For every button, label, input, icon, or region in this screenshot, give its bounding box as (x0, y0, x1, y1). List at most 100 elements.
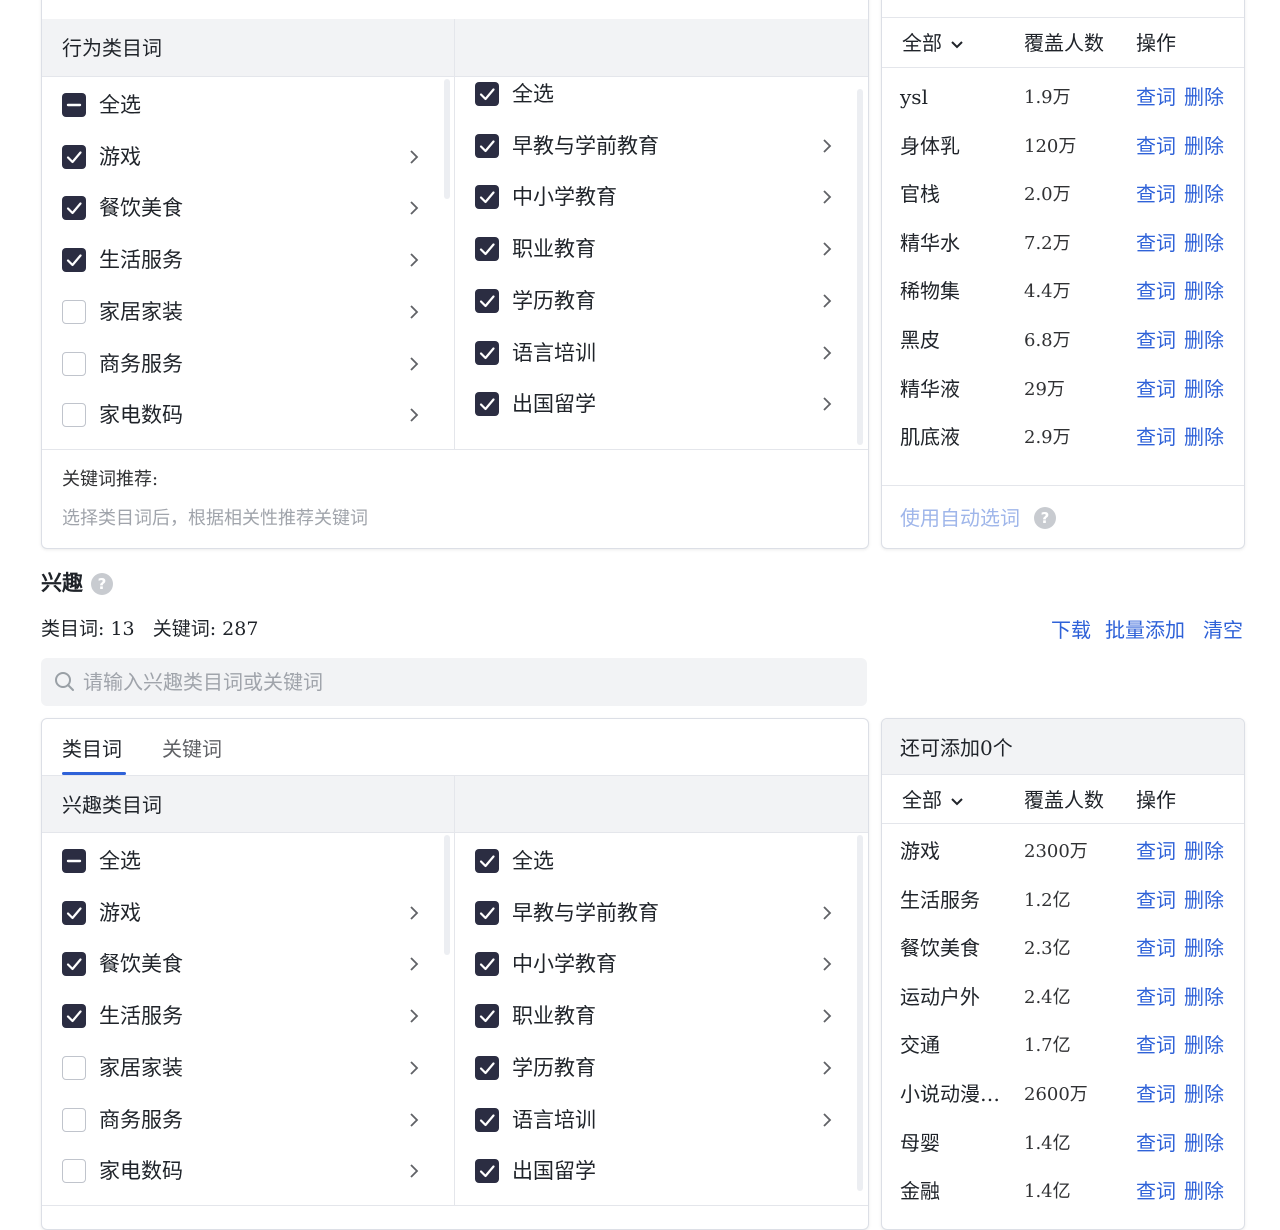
chevron-right-icon[interactable] (821, 241, 833, 257)
query-link[interactable]: 查词 (1136, 330, 1176, 350)
checkbox[interactable] (62, 144, 86, 169)
chevron-right-icon[interactable] (408, 905, 420, 921)
category-item[interactable]: 职业教育 (455, 237, 868, 277)
category-item[interactable]: 全选 (42, 93, 454, 133)
chevron-right-icon[interactable] (408, 1008, 420, 1024)
delete-link[interactable]: 删除 (1184, 136, 1224, 156)
chevron-right-icon[interactable] (408, 956, 420, 972)
chevron-right-icon[interactable] (408, 356, 420, 372)
batch-add-link[interactable]: 批量添加 (1105, 620, 1185, 640)
checkbox[interactable] (62, 196, 86, 221)
category-item[interactable]: 家电数码 (42, 1159, 454, 1199)
clear-link[interactable]: 清空 (1203, 620, 1243, 640)
query-link[interactable]: 查词 (1136, 184, 1176, 204)
checkbox[interactable] (475, 1055, 499, 1080)
query-link[interactable]: 查词 (1136, 427, 1176, 447)
interest-search-box[interactable]: 请输入兴趣类目词或关键词 (41, 658, 867, 706)
delete-link[interactable]: 删除 (1184, 379, 1224, 399)
delete-link[interactable]: 删除 (1184, 233, 1224, 253)
indeterminate-checkbox[interactable] (62, 93, 86, 117)
delete-link[interactable]: 删除 (1184, 427, 1224, 447)
delete-link[interactable]: 删除 (1184, 1181, 1224, 1201)
category-item[interactable]: 生活服务 (42, 248, 454, 288)
checkbox[interactable] (62, 351, 86, 376)
query-link[interactable]: 查词 (1136, 233, 1176, 253)
delete-link[interactable]: 删除 (1184, 281, 1224, 301)
checkbox[interactable] (62, 952, 86, 977)
delete-link[interactable]: 删除 (1184, 87, 1224, 107)
category-item[interactable]: 商务服务 (42, 351, 454, 392)
query-link[interactable]: 查词 (1136, 87, 1176, 107)
chevron-right-icon[interactable] (408, 252, 420, 268)
query-link[interactable]: 查词 (1136, 938, 1176, 958)
checkbox[interactable] (62, 900, 86, 925)
query-link[interactable]: 查词 (1136, 281, 1176, 301)
delete-link[interactable]: 删除 (1184, 1035, 1224, 1055)
category-item[interactable]: 中小学教育 (455, 185, 868, 225)
category-item[interactable]: 语言培训 (455, 1107, 868, 1148)
chevron-right-icon[interactable] (408, 407, 420, 423)
filter-all-dropdown[interactable]: 全部 (902, 790, 964, 810)
checkbox[interactable] (475, 849, 499, 873)
tab-keywords[interactable]: 关键词 (162, 739, 222, 759)
help-icon[interactable]: ? (91, 573, 113, 595)
category-item[interactable]: 学历教育 (455, 1055, 868, 1096)
checkbox[interactable] (62, 248, 86, 273)
checkbox[interactable] (62, 1055, 86, 1080)
category-item[interactable]: 餐饮美食 (42, 196, 454, 236)
checkbox[interactable] (475, 1107, 499, 1132)
query-link[interactable]: 查词 (1136, 987, 1176, 1007)
indeterminate-checkbox[interactable] (62, 849, 86, 873)
tab-categories[interactable]: 类目词 (62, 739, 122, 759)
chevron-right-icon[interactable] (821, 138, 833, 154)
checkbox[interactable] (475, 288, 499, 313)
checkbox[interactable] (475, 340, 499, 365)
chevron-right-icon[interactable] (821, 905, 833, 921)
chevron-right-icon[interactable] (408, 200, 420, 216)
category-item[interactable]: 游戏 (42, 144, 454, 185)
delete-link[interactable]: 删除 (1184, 938, 1224, 958)
query-link[interactable]: 查词 (1136, 1035, 1176, 1055)
chevron-right-icon[interactable] (821, 1008, 833, 1024)
interest-left-scrollbar[interactable] (444, 835, 450, 955)
auto-select-link[interactable]: 使用自动选词 (900, 508, 1020, 528)
category-item[interactable]: 全选 (455, 82, 868, 122)
checkbox[interactable] (475, 1004, 499, 1029)
checkbox[interactable] (475, 82, 499, 106)
download-link[interactable]: 下载 (1051, 620, 1091, 640)
chevron-right-icon[interactable] (408, 1163, 420, 1179)
category-item[interactable]: 中小学教育 (455, 952, 868, 992)
delete-link[interactable]: 删除 (1184, 184, 1224, 204)
checkbox[interactable] (62, 1004, 86, 1029)
query-link[interactable]: 查词 (1136, 1133, 1176, 1153)
query-link[interactable]: 查词 (1136, 841, 1176, 861)
delete-link[interactable]: 删除 (1184, 1133, 1224, 1153)
chevron-right-icon[interactable] (821, 293, 833, 309)
behavior-left-scrollbar[interactable] (444, 79, 450, 199)
chevron-right-icon[interactable] (821, 345, 833, 361)
checkbox[interactable] (62, 1159, 86, 1184)
chevron-right-icon[interactable] (408, 1060, 420, 1076)
query-link[interactable]: 查词 (1136, 1084, 1176, 1104)
category-item[interactable]: 家居家装 (42, 299, 454, 340)
query-link[interactable]: 查词 (1136, 379, 1176, 399)
delete-link[interactable]: 删除 (1184, 1084, 1224, 1104)
chevron-right-icon[interactable] (408, 149, 420, 165)
help-icon[interactable]: ? (1034, 507, 1056, 529)
interest-right-scrollbar[interactable] (857, 835, 863, 1191)
delete-link[interactable]: 删除 (1184, 987, 1224, 1007)
category-item[interactable]: 商务服务 (42, 1107, 454, 1148)
checkbox[interactable] (475, 952, 499, 977)
checkbox[interactable] (475, 900, 499, 925)
checkbox[interactable] (475, 133, 499, 158)
category-item[interactable]: 全选 (455, 849, 868, 889)
query-link[interactable]: 查词 (1136, 136, 1176, 156)
chevron-right-icon[interactable] (821, 1112, 833, 1128)
checkbox[interactable] (62, 1107, 86, 1132)
checkbox[interactable] (62, 403, 86, 428)
category-item[interactable]: 餐饮美食 (42, 952, 454, 992)
category-item[interactable]: 职业教育 (455, 1004, 868, 1044)
query-link[interactable]: 查词 (1136, 1181, 1176, 1201)
chevron-right-icon[interactable] (821, 189, 833, 205)
chevron-right-icon[interactable] (408, 304, 420, 320)
